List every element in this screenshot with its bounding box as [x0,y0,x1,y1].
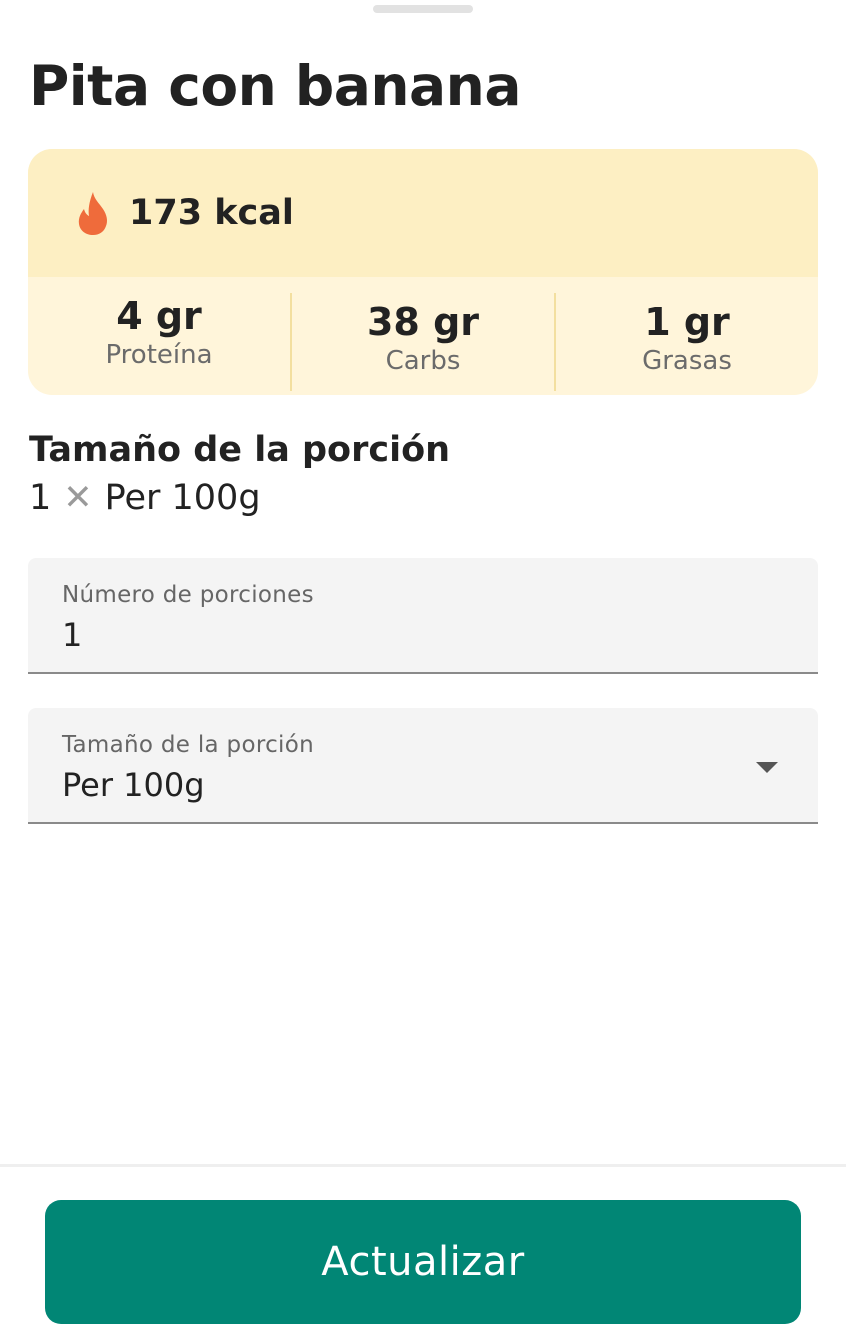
servings-input-value[interactable]: 1 [62,616,82,654]
macro-label: Grasas [642,346,732,376]
portion-summary: 1 ✕ Per 100g [29,478,261,518]
macro-protein: 4 gr Proteína [28,277,290,395]
portion-size-select-value[interactable]: Per 100g [62,766,205,804]
macro-value: 1 gr [644,300,730,344]
drag-handle[interactable] [373,5,473,13]
portion-quantity: 1 [29,478,52,518]
bottom-sheet: Pita con banana 173 kcal 4 gr Proteína 3… [0,0,846,1344]
calories-value: 173 kcal [129,193,294,233]
portion-heading: Tamaño de la porción [29,430,451,470]
calories-row: 173 kcal [28,149,818,277]
portion-size-select-label: Tamaño de la porción [62,732,314,758]
portion-unit: Per 100g [104,478,261,518]
nutrition-card: 173 kcal 4 gr Proteína 38 gr Carbs 1 gr … [28,149,818,395]
update-button[interactable]: Actualizar [45,1200,801,1324]
servings-input[interactable]: Número de porciones 1 [28,558,818,674]
portion-size-select[interactable]: Tamaño de la porción Per 100g [28,708,818,824]
macros-row: 4 gr Proteína 38 gr Carbs 1 gr Grasas [28,277,818,395]
macro-label: Carbs [385,346,461,376]
macro-value: 38 gr [366,300,480,344]
macro-value: 4 gr [116,294,202,338]
servings-input-label: Número de porciones [62,582,314,608]
food-title: Pita con banana [29,54,521,118]
macro-label: Proteína [105,340,213,370]
macro-fat: 1 gr Grasas [554,293,818,391]
macro-carbs: 38 gr Carbs [290,293,554,391]
dropdown-arrow-icon[interactable] [756,762,778,773]
times-icon: ✕ [63,478,93,518]
flame-icon [78,192,107,235]
